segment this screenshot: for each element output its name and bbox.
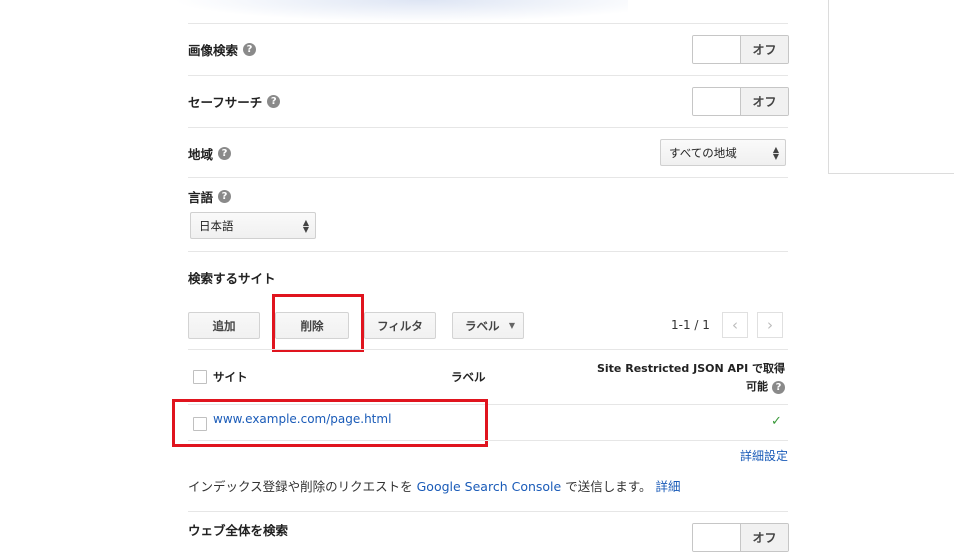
select-arrows-icon: ▲ ▼ bbox=[772, 145, 779, 161]
index-note-text: インデックス登録や削除のリクエストを bbox=[188, 479, 413, 494]
help-icon[interactable]: ? bbox=[218, 190, 232, 203]
language-label: 言語? bbox=[188, 187, 232, 206]
sites-heading: 検索するサイト bbox=[188, 271, 276, 286]
safe-search-toggle[interactable]: オフ bbox=[692, 87, 789, 116]
index-note: インデックス登録や削除のリクエストを Google Search Console… bbox=[188, 476, 680, 495]
index-note-suffix: で送信します。 bbox=[565, 479, 652, 494]
details-link[interactable]: 詳細 bbox=[655, 479, 680, 494]
region-select[interactable]: すべての地域 ▲ ▼ bbox=[660, 139, 786, 166]
advanced-settings-link[interactable]: 詳細設定 bbox=[700, 447, 788, 464]
prev-page-icon[interactable]: ‹ bbox=[722, 312, 748, 338]
label-dropdown-button[interactable]: ラベル ▼ bbox=[452, 312, 524, 339]
chevron-down-icon: ▼ bbox=[508, 321, 515, 330]
column-api-line1: Site Restricted JSON API で取得 bbox=[596, 362, 785, 375]
toggle-state: オフ bbox=[741, 36, 788, 63]
select-arrows-icon: ▲ ▼ bbox=[302, 218, 309, 234]
help-icon[interactable]: ? bbox=[267, 95, 281, 108]
column-site: サイト bbox=[213, 370, 248, 384]
divider bbox=[188, 127, 788, 128]
pagination-text: 1-1 / 1 bbox=[671, 318, 710, 332]
help-icon[interactable]: ? bbox=[772, 380, 785, 394]
divider bbox=[188, 23, 788, 24]
filter-button[interactable]: フィルタ bbox=[364, 312, 436, 339]
region-label: 地域? bbox=[188, 144, 232, 163]
help-icon[interactable]: ? bbox=[243, 43, 257, 56]
check-icon: ✓ bbox=[771, 414, 782, 429]
divider bbox=[188, 75, 788, 76]
divider bbox=[188, 349, 788, 350]
side-panel bbox=[828, 0, 954, 174]
toggle-state: オフ bbox=[741, 88, 788, 115]
web-search-label: ウェブ全体を検索 bbox=[188, 523, 289, 538]
search-console-link[interactable]: Google Search Console bbox=[417, 479, 562, 494]
highlight-delete bbox=[272, 294, 364, 352]
column-api-line2: 可能 bbox=[746, 380, 768, 393]
column-label: ラベル bbox=[451, 370, 486, 384]
add-button[interactable]: 追加 bbox=[188, 312, 260, 339]
divider bbox=[188, 440, 788, 441]
safe-search-label: セーフサーチ? bbox=[188, 92, 281, 111]
image-search-toggle[interactable]: オフ bbox=[692, 35, 789, 64]
web-search-toggle[interactable]: オフ bbox=[692, 523, 789, 552]
help-icon[interactable]: ? bbox=[218, 147, 232, 160]
next-page-icon[interactable]: › bbox=[757, 312, 783, 338]
divider bbox=[188, 177, 788, 178]
column-api: Site Restricted JSON API で取得 可能 ? bbox=[583, 360, 785, 396]
divider bbox=[188, 251, 788, 252]
select-all-checkbox[interactable] bbox=[193, 370, 207, 384]
language-select[interactable]: 日本語 ▲ ▼ bbox=[190, 212, 316, 239]
divider bbox=[188, 511, 788, 512]
image-search-label: 画像検索? bbox=[188, 40, 257, 59]
top-fade bbox=[172, 0, 628, 22]
toggle-state: オフ bbox=[741, 524, 788, 551]
